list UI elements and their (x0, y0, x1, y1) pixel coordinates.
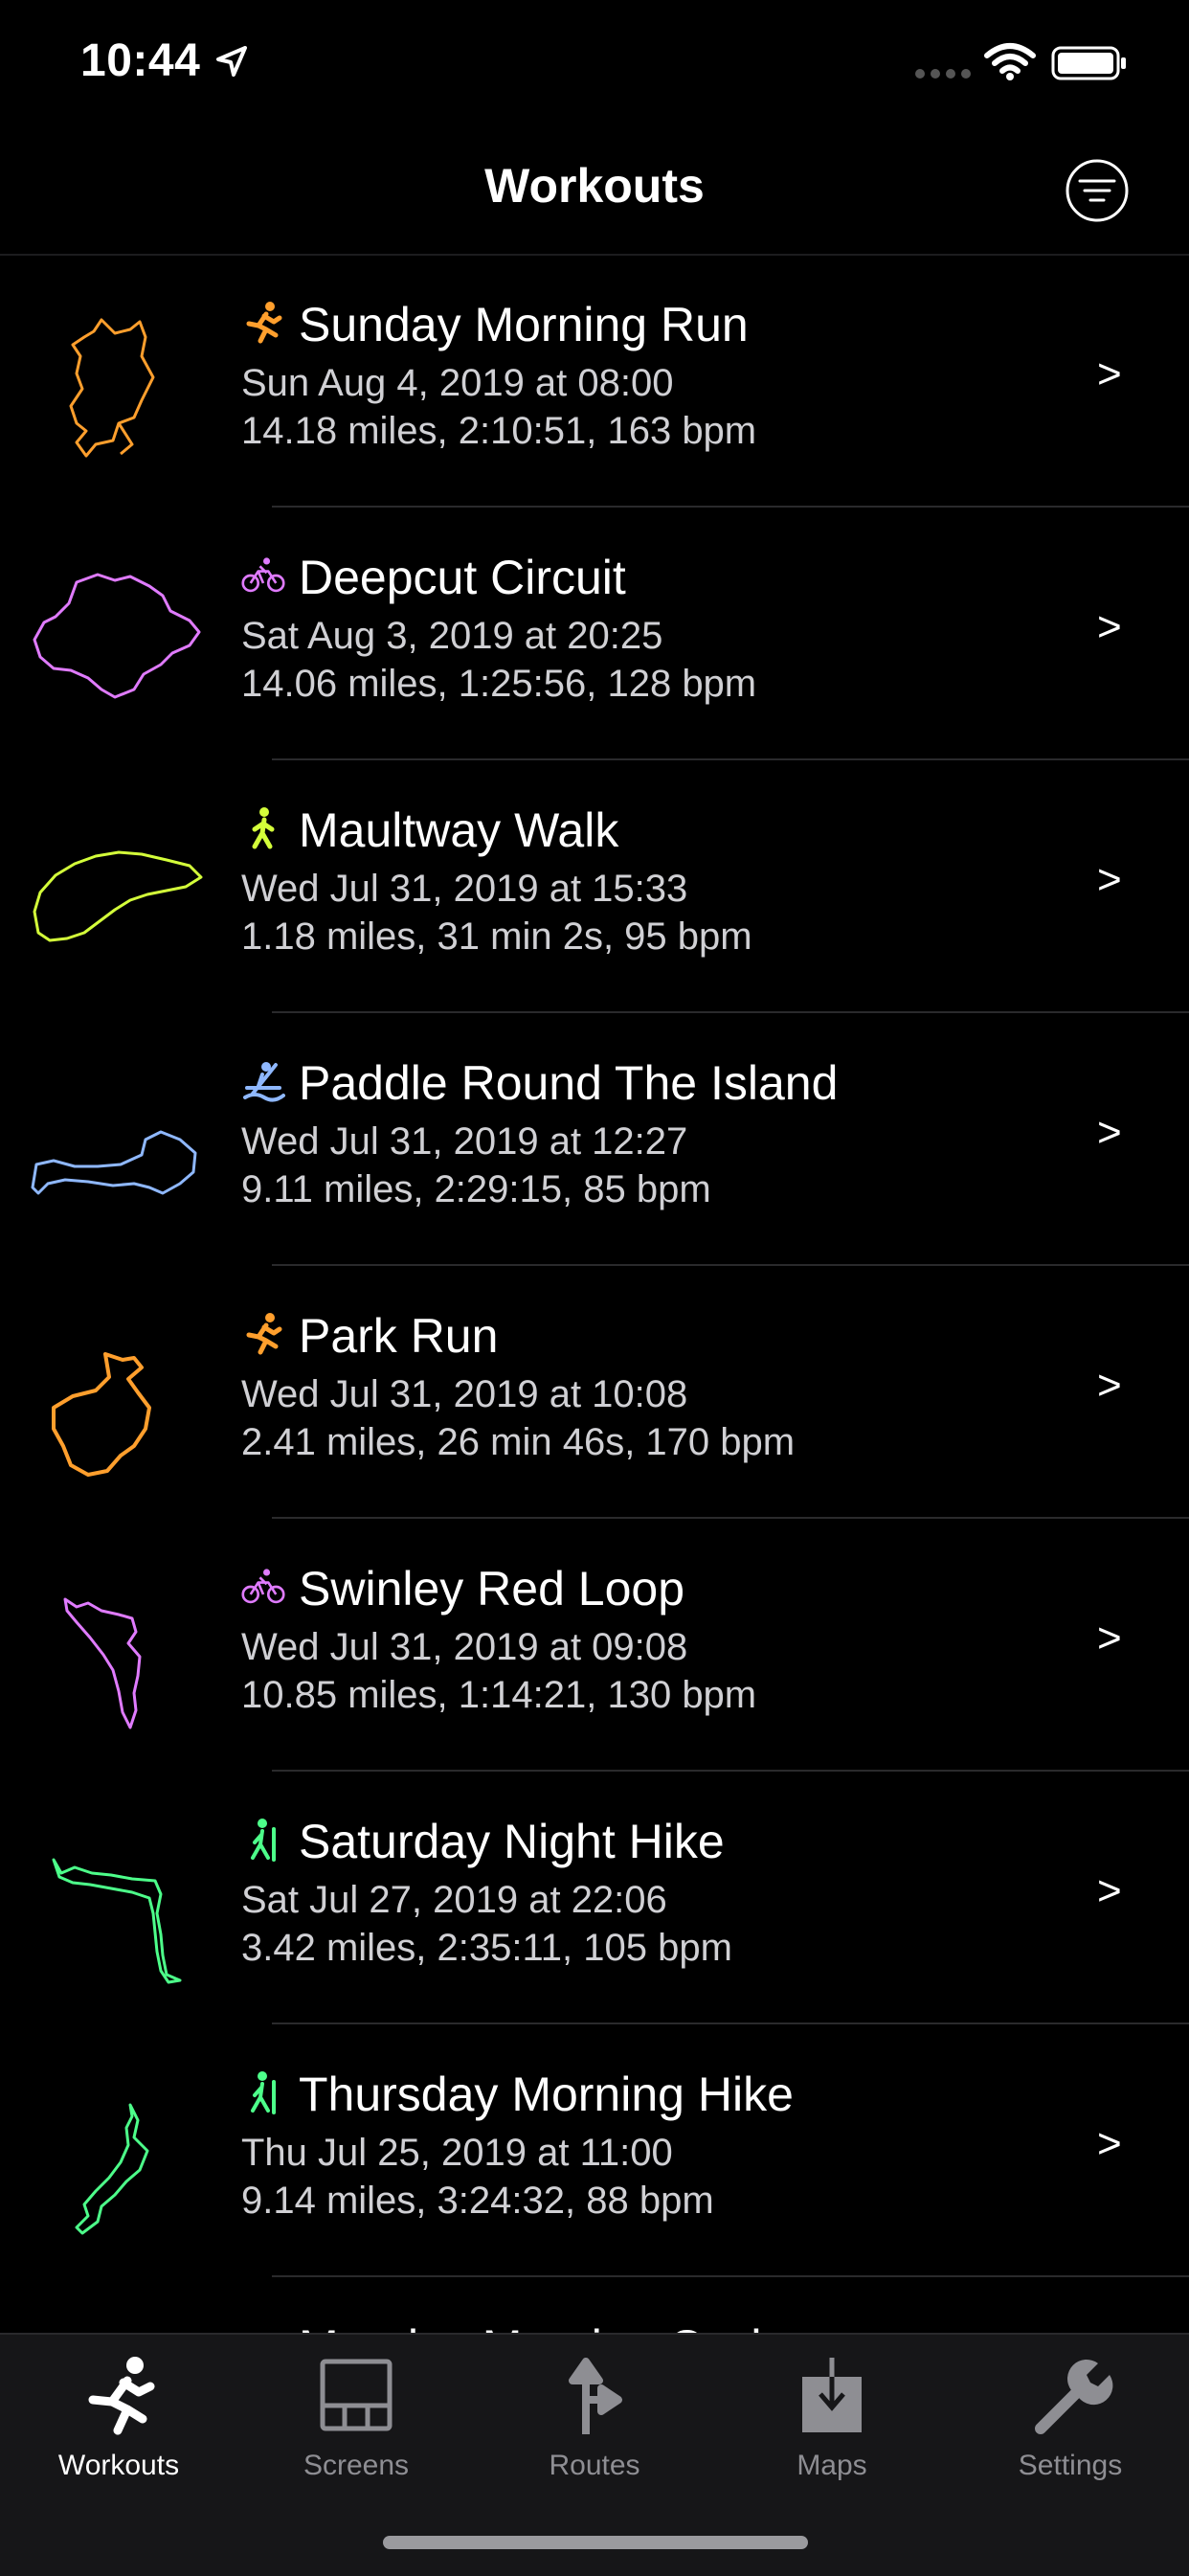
routes-icon (569, 2358, 622, 2434)
workout-date: Sun Aug 4, 2019 at 08:00 (241, 362, 674, 404)
running-icon (246, 302, 282, 344)
maps-download-icon (802, 2358, 862, 2432)
disclosure-chevron-icon: > (1097, 2120, 1122, 2167)
tab-screens[interactable]: Screens (237, 2352, 475, 2515)
route-map-thumbnail (52, 1858, 182, 1984)
workout-title: Park Run (299, 1309, 499, 1363)
route-map-thumbnail (33, 573, 201, 699)
workout-date: Wed Jul 31, 2019 at 10:08 (241, 1373, 688, 1415)
workout-date: Wed Jul 31, 2019 at 09:08 (241, 1626, 688, 1668)
workout-stats: 9.11 miles, 2:29:15, 85 bpm (241, 1168, 711, 1210)
tab-label: Maps (796, 2450, 867, 2481)
route-map-thumbnail (69, 318, 155, 458)
disclosure-chevron-icon: > (1097, 350, 1122, 397)
screens-icon (320, 2359, 393, 2431)
runner-icon (88, 2357, 155, 2435)
hiking-icon (251, 2071, 276, 2114)
workout-stats: 1.18 miles, 31 min 2s, 95 bpm (241, 915, 752, 958)
workout-stats: 14.06 miles, 1:25:56, 128 bpm (241, 663, 757, 705)
hiking-icon (251, 1819, 276, 1862)
workout-title: Maultway Walk (299, 803, 619, 857)
workout-row[interactable]: Monday Morning Cycle (0, 2277, 1189, 2333)
running-icon (246, 1313, 282, 1355)
workout-date: Sat Jul 27, 2019 at 22:06 (241, 1879, 667, 1921)
workout-row[interactable]: Thursday Morning Hike Thu Jul 25, 2019 a… (0, 2024, 1189, 2277)
workout-title: Paddle Round The Island (299, 1056, 839, 1110)
cycling-icon (241, 557, 285, 593)
route-map-thumbnail (33, 850, 203, 942)
tab-label: Screens (303, 2450, 410, 2481)
tab-label: Workouts (57, 2450, 180, 2481)
disclosure-chevron-icon: > (1097, 603, 1122, 650)
tab-routes[interactable]: Routes (476, 2352, 713, 2515)
workout-title: Saturday Night Hike (299, 1815, 725, 1868)
cellular-signal-icon (915, 69, 971, 79)
tab-workouts[interactable]: Workouts (0, 2352, 237, 2515)
navigation-bar: Workouts (0, 129, 1189, 256)
workout-title: Sunday Morning Run (299, 298, 749, 351)
disclosure-chevron-icon: > (1097, 1362, 1122, 1409)
status-bar: 10:44 (0, 0, 1189, 129)
workout-stats: 14.18 miles, 2:10:51, 163 bpm (241, 410, 757, 452)
workout-title: Deepcut Circuit (299, 551, 626, 604)
workout-row[interactable]: Sunday Morning Run Sun Aug 4, 2019 at 08… (0, 255, 1189, 508)
workout-date: Sat Aug 3, 2019 at 20:25 (241, 615, 663, 657)
route-map-thumbnail (31, 1130, 197, 1195)
workout-list[interactable]: Sunday Morning Run Sun Aug 4, 2019 at 08… (0, 255, 1189, 2333)
paddling-icon (243, 1062, 285, 1102)
route-map-thumbnail (52, 1352, 151, 1477)
disclosure-chevron-icon: > (1097, 1867, 1122, 1914)
location-arrow-icon (216, 46, 247, 77)
wrench-icon (1035, 2360, 1113, 2434)
route-map-thumbnail (75, 2103, 149, 2235)
cycling-icon (241, 2323, 285, 2333)
page-title: Workouts (484, 159, 705, 213)
workout-date: Thu Jul 25, 2019 at 11:00 (241, 2132, 673, 2174)
wifi-icon (984, 43, 1036, 80)
tab-settings[interactable]: Settings (952, 2352, 1189, 2515)
workout-date: Wed Jul 31, 2019 at 12:27 (241, 1120, 688, 1163)
workout-stats: 2.41 miles, 26 min 46s, 170 bpm (241, 1421, 796, 1463)
workout-title: Thursday Morning Hike (299, 2068, 794, 2121)
workout-stats: 9.14 miles, 3:24:32, 88 bpm (241, 2180, 714, 2222)
disclosure-chevron-icon: > (1097, 856, 1122, 903)
workout-row[interactable]: Paddle Round The Island Wed Jul 31, 2019… (0, 1013, 1189, 1266)
workout-title: Monday Morning Cycle (299, 2319, 788, 2333)
tab-maps[interactable]: Maps (713, 2352, 951, 2515)
workout-stats: 3.42 miles, 2:35:11, 105 bpm (241, 1927, 732, 1969)
workout-date: Wed Jul 31, 2019 at 15:33 (241, 868, 688, 910)
route-map-thumbnail (63, 1597, 142, 1729)
home-indicator (383, 2536, 808, 2549)
tab-label: Settings (1018, 2450, 1123, 2481)
workout-row[interactable]: Park Run Wed Jul 31, 2019 at 10:08 2.41 … (0, 1266, 1189, 1519)
disclosure-chevron-icon: > (1097, 1615, 1122, 1661)
workout-title: Swinley Red Loop (299, 1562, 685, 1616)
workout-row[interactable]: Maultway Walk Wed Jul 31, 2019 at 15:33 … (0, 760, 1189, 1013)
battery-icon (1051, 46, 1126, 80)
tab-label: Routes (549, 2450, 640, 2481)
filter-button[interactable] (1065, 158, 1130, 223)
workout-row[interactable]: Deepcut Circuit Sat Aug 3, 2019 at 20:25… (0, 508, 1189, 760)
workout-row[interactable]: Saturday Night Hike Sat Jul 27, 2019 at … (0, 1772, 1189, 2024)
workout-row[interactable]: Swinley Red Loop Wed Jul 31, 2019 at 09:… (0, 1519, 1189, 1772)
disclosure-chevron-icon: > (1097, 1109, 1122, 1156)
cycling-icon (241, 1569, 285, 1604)
workout-stats: 10.85 miles, 1:14:21, 130 bpm (241, 1674, 757, 1716)
walking-icon (252, 807, 275, 849)
status-time: 10:44 (80, 35, 201, 86)
route-map-thumbnail (27, 2323, 209, 2333)
